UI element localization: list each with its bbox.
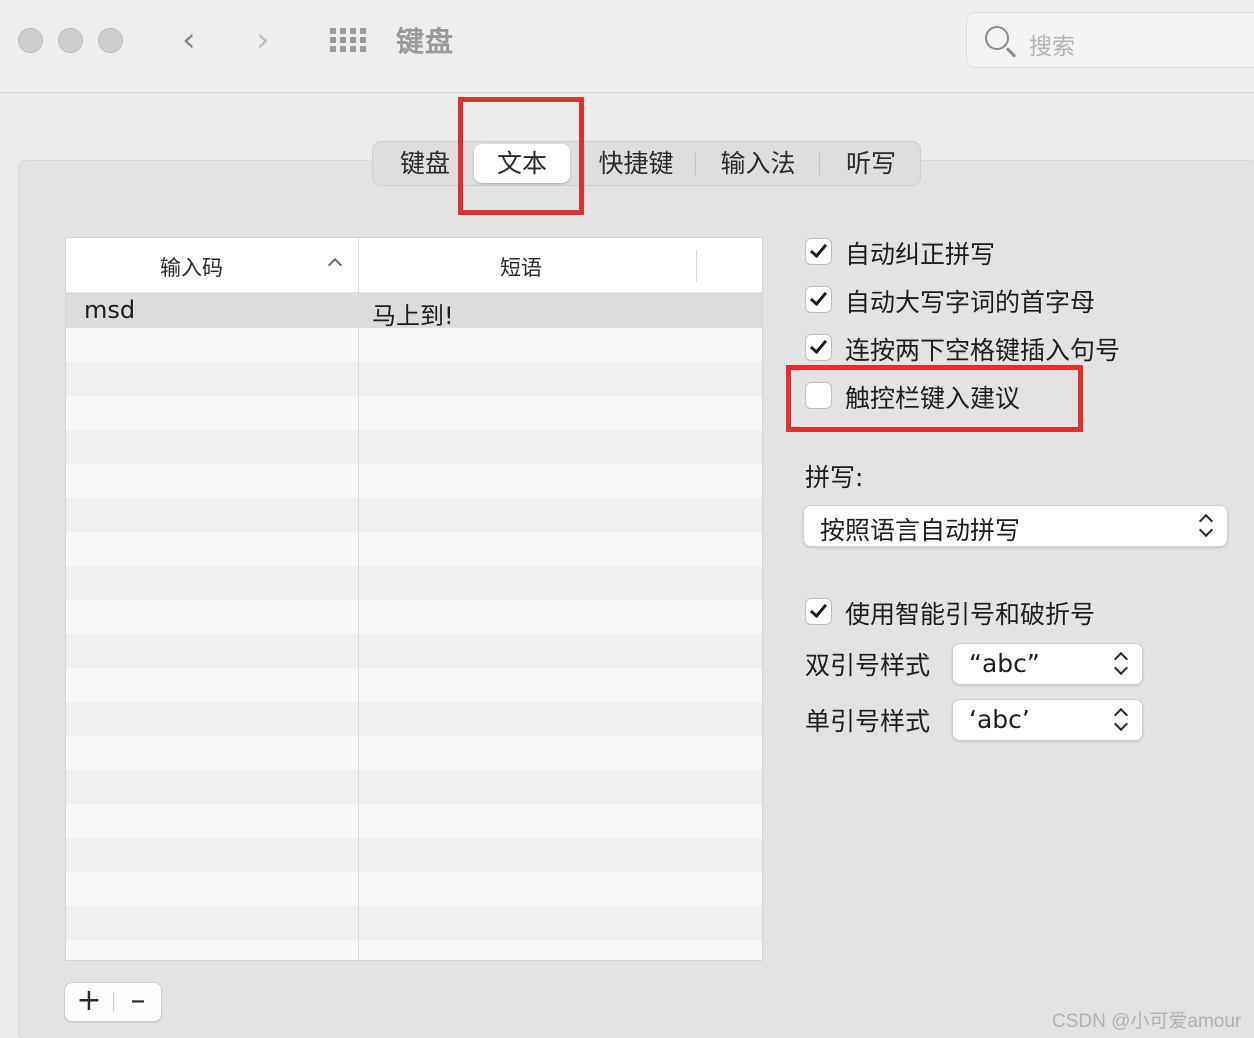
forward-icon[interactable]: › [256,20,270,60]
auto-correct-label: 自动纠正拼写 [845,240,996,269]
spelling-value: 按照语言自动拼写 [820,516,1021,545]
auto-capitalize-checkbox[interactable] [805,286,832,313]
chevron-up-down-icon [1114,708,1128,732]
highlight-box-text-tab [458,97,584,215]
single-quote-select[interactable]: ‘abc’ [952,699,1143,741]
tab-dictation[interactable]: 听写 [825,142,917,185]
single-quote-value: ‘abc’ [969,705,1030,734]
checkmark-icon [809,287,828,307]
double-quote-value: “abc” [969,649,1040,678]
title-bar: ‹ › 键盘 搜索 [0,0,1254,93]
column-divider [696,250,697,282]
minimize-window-button[interactable] [58,28,83,53]
checkmark-icon [809,239,828,259]
tab-input-sources[interactable]: 输入法 [703,142,813,185]
double-quote-label: 双引号样式 [805,651,931,680]
remove-button[interactable]: – [114,983,162,1021]
table-row[interactable]: msd 马上到! [66,293,762,330]
watermark: CSDN @小可爱amour [1052,1011,1242,1032]
add-button[interactable]: + [65,983,113,1021]
search-field[interactable]: 搜索 [966,12,1254,68]
back-icon[interactable]: ‹ [182,20,196,60]
tab-divider [695,153,696,175]
spelling-select[interactable]: 按照语言自动拼写 [803,505,1228,547]
zoom-window-button[interactable] [98,28,123,53]
add-remove-control: + – [64,982,162,1022]
chevron-up-down-icon [1199,514,1213,538]
window-title: 键盘 [396,25,455,58]
table-header: 输入码 短语 [66,238,762,293]
chevron-up-down-icon [1114,652,1128,676]
search-placeholder: 搜索 [1029,34,1075,60]
auto-capitalize-label: 自动大写字词的首字母 [845,288,1096,317]
text-replacement-table: 输入码 短语 msd 马上到! [65,237,763,961]
sort-ascending-icon [327,257,343,273]
tab-bar: 键盘 文本 快捷键 输入法 听写 [372,141,921,186]
double-space-period-label: 连按两下空格键插入句号 [845,336,1121,365]
column-header-phrase[interactable]: 短语 [500,252,542,282]
search-icon [985,26,1009,50]
checkmark-icon [809,599,828,619]
spelling-label: 拼写: [805,463,864,492]
double-space-period-checkbox[interactable] [805,334,832,361]
auto-correct-checkbox[interactable] [805,238,832,265]
checkmark-icon [809,335,828,355]
phrase-cell: 马上到! [372,302,454,330]
smart-quotes-label: 使用智能引号和破折号 [845,600,1096,629]
column-separator [358,238,359,960]
table-body [66,293,762,960]
close-window-button[interactable] [18,28,43,53]
tab-shortcuts[interactable]: 快捷键 [581,142,691,185]
tab-divider [819,153,820,175]
double-quote-select[interactable]: “abc” [952,643,1143,685]
highlight-box-touch-bar-option [786,365,1083,432]
single-quote-label: 单引号样式 [805,707,931,736]
show-all-grid-icon[interactable] [330,28,366,52]
input-code-cell: msd [84,296,136,324]
smart-quotes-checkbox[interactable] [805,598,832,625]
column-header-input-code[interactable]: 输入码 [160,252,223,282]
